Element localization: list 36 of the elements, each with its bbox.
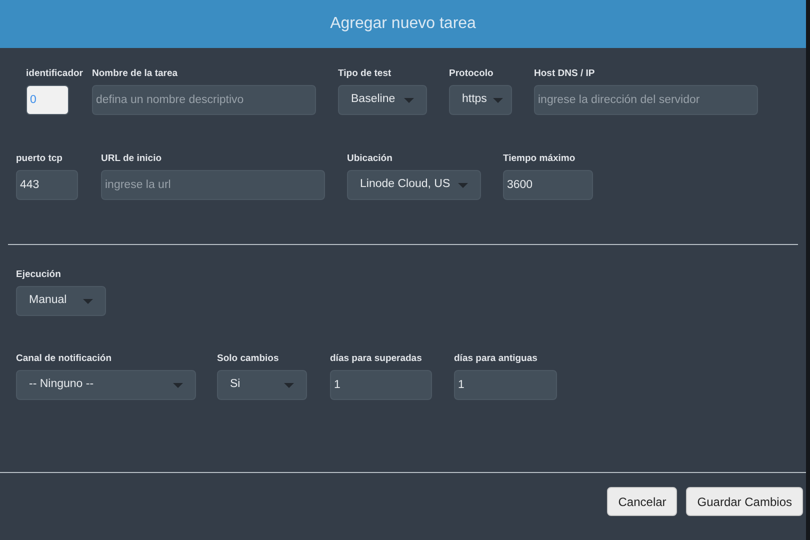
input-field[interactable]: 1 <box>454 370 557 400</box>
caret-icon <box>284 382 294 388</box>
dropdown-select[interactable]: Si <box>217 370 307 400</box>
field-label: Canal de notificación <box>16 353 112 365</box>
field-label: Tipo de test <box>338 68 392 80</box>
field-label: Solo cambios <box>217 353 279 365</box>
field-label: identificador <box>26 68 84 80</box>
field-label: Host DNS / IP <box>534 68 595 80</box>
field-label: Tiempo máximo <box>503 153 576 165</box>
input-field[interactable]: 3600 <box>503 170 593 200</box>
caret-icon <box>173 382 183 388</box>
caret-icon <box>458 182 468 188</box>
dropdown-select[interactable]: Baseline <box>338 85 427 115</box>
field-label: puerto tcp <box>16 153 62 165</box>
field-label: Ejecución <box>16 269 61 281</box>
input-field[interactable]: ingrese la dirección del servidor <box>534 85 758 115</box>
dropdown-select[interactable]: https <box>449 85 512 115</box>
caret-icon <box>83 298 93 304</box>
dropdown-select[interactable]: Manual <box>16 286 106 316</box>
input-field[interactable]: defina un nombre descriptivo <box>92 85 316 115</box>
dialog-button[interactable]: Cancelar <box>607 487 678 516</box>
input-field[interactable]: ingrese la url <box>101 170 325 200</box>
field-label: URL de inicio <box>101 153 162 165</box>
input-field[interactable]: 443 <box>16 170 78 200</box>
caret-icon <box>404 98 414 102</box>
field-label: días para antiguas <box>454 353 538 365</box>
dropdown-select[interactable]: -- Ninguno -- <box>16 370 196 400</box>
dropdown-select[interactable]: Linode Cloud, US <box>347 170 481 200</box>
field-label: Nombre de la tarea <box>92 68 178 80</box>
field-label: Protocolo <box>449 68 494 80</box>
dialog-title: Agregar nuevo tarea <box>330 14 476 34</box>
field-label: días para superadas <box>330 353 422 365</box>
input-field[interactable]: 1 <box>330 370 432 400</box>
field-label: Ubicación <box>347 153 392 165</box>
dialog-button[interactable]: Guardar Cambios <box>686 487 803 516</box>
caret-icon <box>492 98 503 102</box>
